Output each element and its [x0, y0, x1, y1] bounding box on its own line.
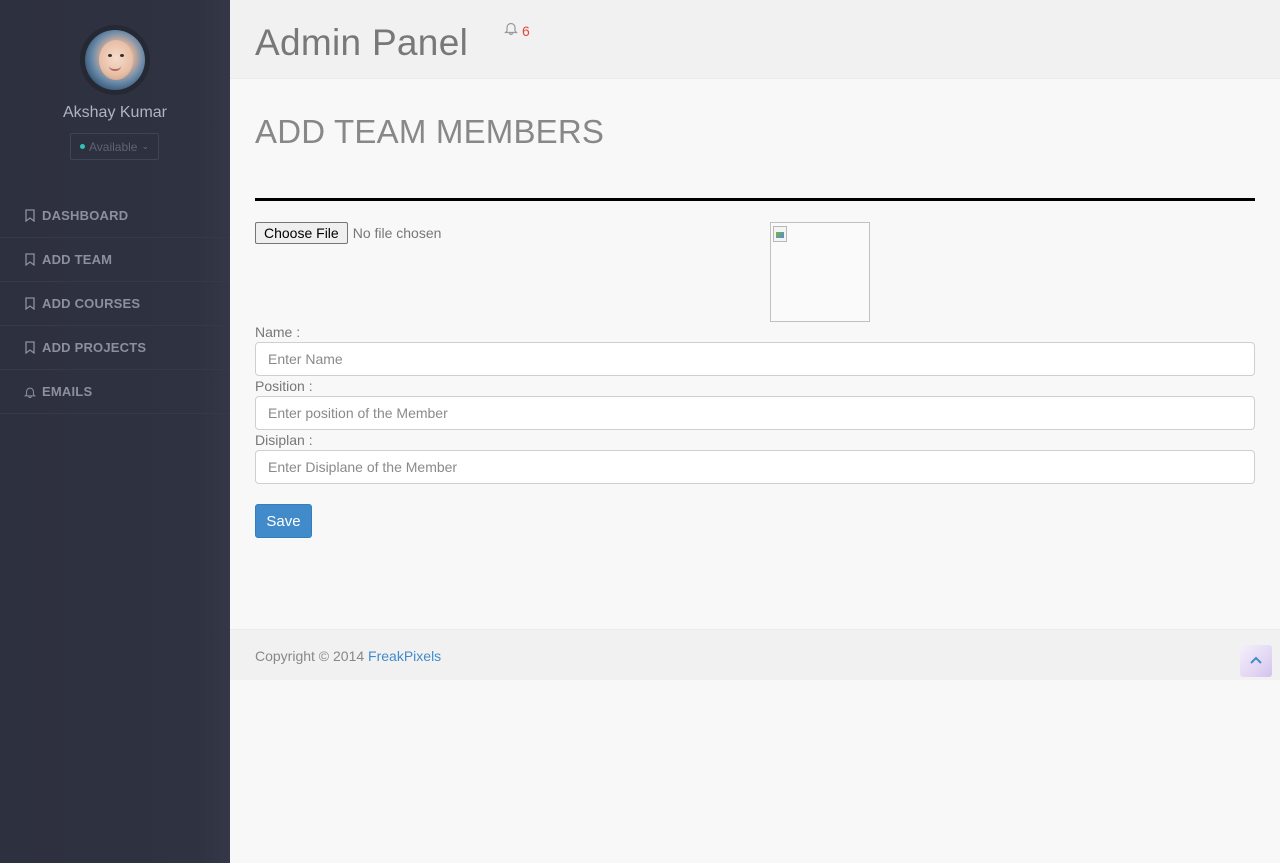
file-status: No file chosen	[352, 225, 442, 241]
bookmark-icon	[24, 297, 36, 311]
bookmark-icon	[24, 253, 36, 267]
copyright: Copyright © 2014 FreakPixels	[255, 648, 441, 664]
top-header: Admin Panel 6	[230, 0, 1280, 79]
divider	[255, 198, 1255, 201]
sidebar-item-add-team[interactable]: ADD TEAM	[0, 238, 230, 282]
broken-image-icon	[773, 226, 787, 242]
sidebar-item-emails[interactable]: EMAILS	[0, 370, 230, 414]
page-title: Admin Panel	[255, 22, 469, 63]
avatar-image	[85, 30, 145, 90]
file-input: Choose File No file chosen	[255, 222, 441, 244]
sidebar-item-label: DASHBOARD	[42, 208, 129, 223]
sidebar-item-label: ADD TEAM	[42, 252, 113, 267]
sidebar-item-label: ADD COURSES	[42, 296, 141, 311]
name-placeholder: Enter Name	[268, 351, 343, 367]
footer: Copyright © 2014 FreakPixels	[230, 629, 1280, 680]
sidebar-item-label: ADD PROJECTS	[42, 340, 147, 355]
section-title: ADD TEAM MEMBERS	[255, 113, 605, 150]
status-dropdown[interactable]: Available ⌄	[70, 133, 159, 160]
scroll-to-top-button[interactable]	[1240, 645, 1272, 677]
save-button[interactable]: Save	[255, 504, 312, 538]
name-input[interactable]: Enter Name	[255, 342, 1255, 376]
notification-count: 6	[522, 22, 530, 39]
bookmark-icon	[24, 209, 36, 223]
user-name: Akshay Kumar	[62, 104, 168, 121]
bell-icon	[504, 21, 518, 40]
discipline-label: Disiplan :	[255, 432, 313, 448]
sidebar-item-dashboard[interactable]: DASHBOARD	[0, 194, 230, 238]
chevron-up-icon	[1249, 652, 1263, 670]
choose-file-button[interactable]: Choose File	[255, 222, 348, 244]
sidebar-item-add-courses[interactable]: ADD COURSES	[0, 282, 230, 326]
position-input[interactable]: Enter position of the Member	[255, 396, 1255, 430]
discipline-input[interactable]: Enter Disiplane of the Member	[255, 450, 1255, 484]
discipline-placeholder: Enter Disiplane of the Member	[268, 459, 458, 475]
sidebar-item-add-projects[interactable]: ADD PROJECTS	[0, 326, 230, 370]
status-dot-icon	[79, 144, 85, 149]
status-label: Available	[88, 139, 138, 154]
name-label: Name :	[255, 324, 301, 340]
sidebar-item-label: EMAILS	[42, 384, 93, 399]
image-preview	[770, 222, 870, 322]
position-placeholder: Enter position of the Member	[268, 405, 448, 421]
position-label: Position :	[255, 378, 313, 394]
bookmark-icon	[24, 341, 36, 355]
chevron-down-icon: ⌄	[141, 141, 150, 151]
sidebar: Akshay Kumar Available ⌄ DASHBOARD ADD T…	[0, 0, 230, 863]
sidebar-nav: DASHBOARD ADD TEAM ADD COURSES ADD PROJE…	[0, 194, 230, 414]
footer-link[interactable]: FreakPixels	[368, 648, 441, 664]
bell-icon	[24, 385, 36, 399]
avatar[interactable]	[80, 25, 150, 95]
copyright-text: Copyright © 2014	[255, 648, 365, 664]
notification-indicator[interactable]: 6	[504, 21, 530, 40]
